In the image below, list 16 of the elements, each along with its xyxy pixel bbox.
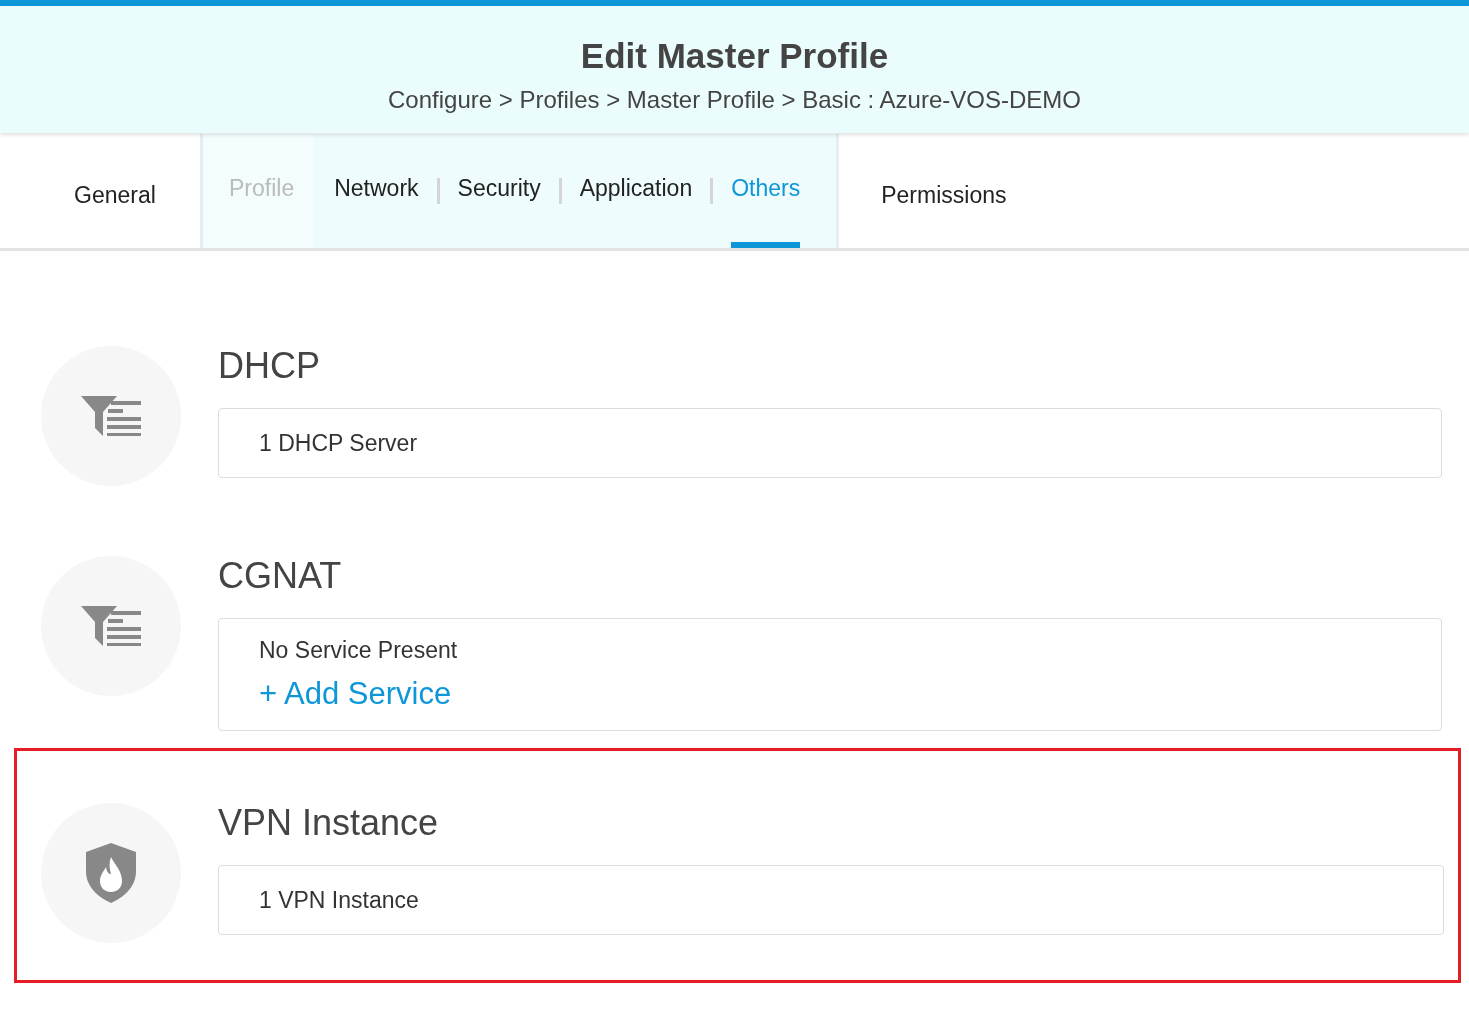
section-title: DHCP	[218, 346, 321, 386]
section-title: VPN Instance	[218, 803, 440, 843]
sub-tab[interactable]: Application	[569, 134, 703, 248]
section-title: CGNAT	[218, 556, 343, 596]
tab[interactable]: General	[0, 134, 200, 248]
page-title: Edit Master Profile	[580, 36, 889, 76]
breadcrumb: Configure > Profiles > Master Profile > Basic : Azure-VOS-DEMO	[388, 86, 1081, 114]
service-summary: No Service Present	[259, 637, 459, 664]
sub-tab[interactable]: Security	[447, 134, 551, 248]
filter-list-icon	[81, 396, 141, 436]
tab[interactable]: Permissions	[839, 134, 1007, 248]
sub-tab[interactable]: Network	[314, 134, 429, 248]
shield-flame-icon	[86, 843, 136, 903]
service-summary: 1 VPN Instance	[259, 886, 420, 914]
filter-list-icon	[81, 606, 141, 646]
service-summary: 1 DHCP Server	[259, 429, 419, 457]
